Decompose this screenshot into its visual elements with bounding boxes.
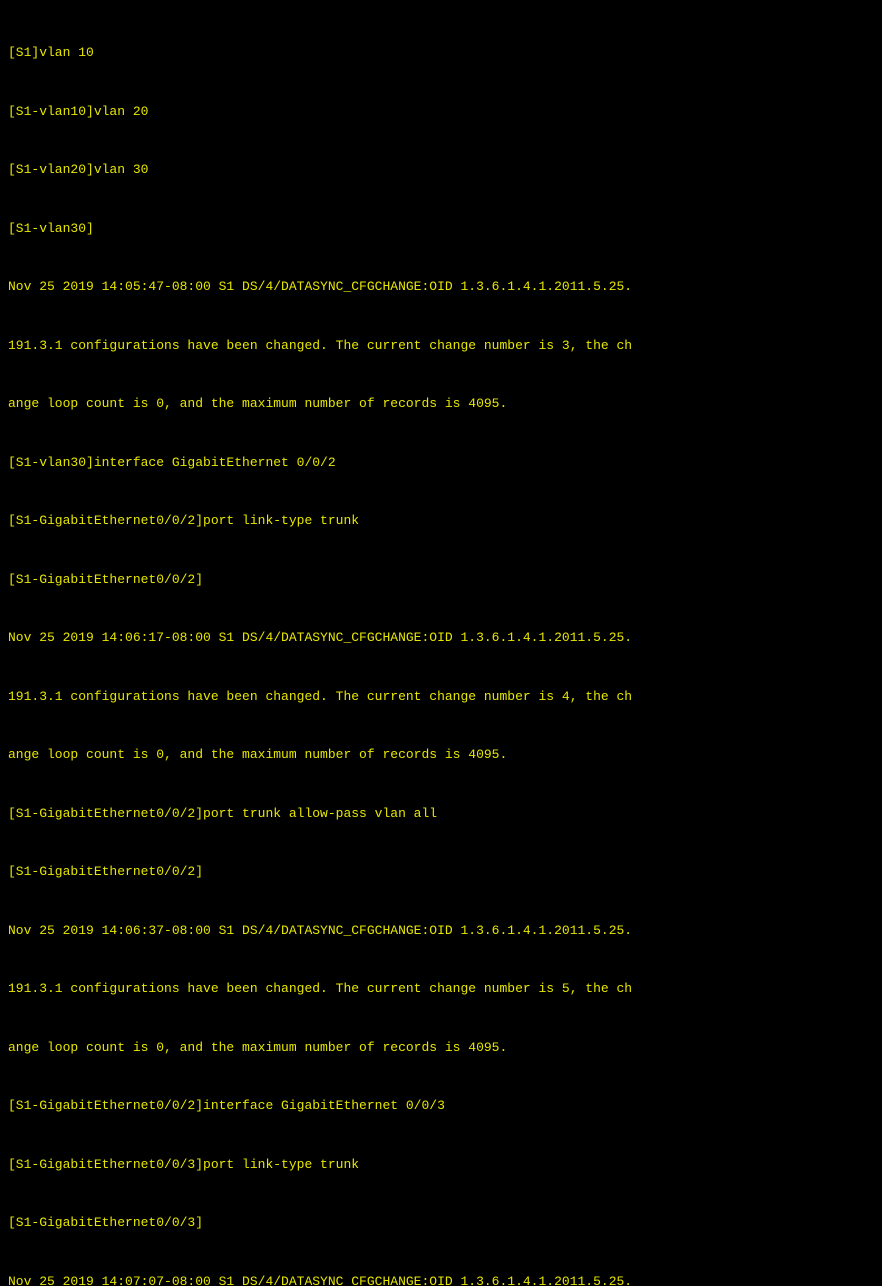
terminal-line: [S1-GigabitEthernet0/0/2]port link-type … bbox=[8, 511, 874, 531]
terminal-line: [S1-vlan10]vlan 20 bbox=[8, 102, 874, 122]
terminal-output[interactable]: [S1]vlan 10 [S1-vlan10]vlan 20 [S1-vlan2… bbox=[8, 4, 874, 1286]
terminal-line: [S1-GigabitEthernet0/0/3] bbox=[8, 1213, 874, 1233]
terminal-line: [S1-GigabitEthernet0/0/2] bbox=[8, 570, 874, 590]
terminal-line: [S1-GigabitEthernet0/0/2]port trunk allo… bbox=[8, 804, 874, 824]
terminal-line: Nov 25 2019 14:06:17-08:00 S1 DS/4/DATAS… bbox=[8, 628, 874, 648]
terminal-line: [S1-GigabitEthernet0/0/2]interface Gigab… bbox=[8, 1096, 874, 1116]
terminal-line: [S1-GigabitEthernet0/0/3]port link-type … bbox=[8, 1155, 874, 1175]
terminal-line: Nov 25 2019 14:06:37-08:00 S1 DS/4/DATAS… bbox=[8, 921, 874, 941]
terminal-line: [S1-GigabitEthernet0/0/2] bbox=[8, 862, 874, 882]
terminal-line: [S1-vlan30] bbox=[8, 219, 874, 239]
terminal-line: Nov 25 2019 14:07:07-08:00 S1 DS/4/DATAS… bbox=[8, 1272, 874, 1286]
terminal-line: Nov 25 2019 14:05:47-08:00 S1 DS/4/DATAS… bbox=[8, 277, 874, 297]
terminal-line: ange loop count is 0, and the maximum nu… bbox=[8, 745, 874, 765]
terminal-line: ange loop count is 0, and the maximum nu… bbox=[8, 1038, 874, 1058]
terminal-line: 191.3.1 configurations have been changed… bbox=[8, 687, 874, 707]
terminal-line: ange loop count is 0, and the maximum nu… bbox=[8, 394, 874, 414]
terminal-line: 191.3.1 configurations have been changed… bbox=[8, 336, 874, 356]
terminal-line: [S1-vlan20]vlan 30 bbox=[8, 160, 874, 180]
terminal-line: [S1]vlan 10 bbox=[8, 43, 874, 63]
terminal-line: [S1-vlan30]interface GigabitEthernet 0/0… bbox=[8, 453, 874, 473]
terminal-line: 191.3.1 configurations have been changed… bbox=[8, 979, 874, 999]
